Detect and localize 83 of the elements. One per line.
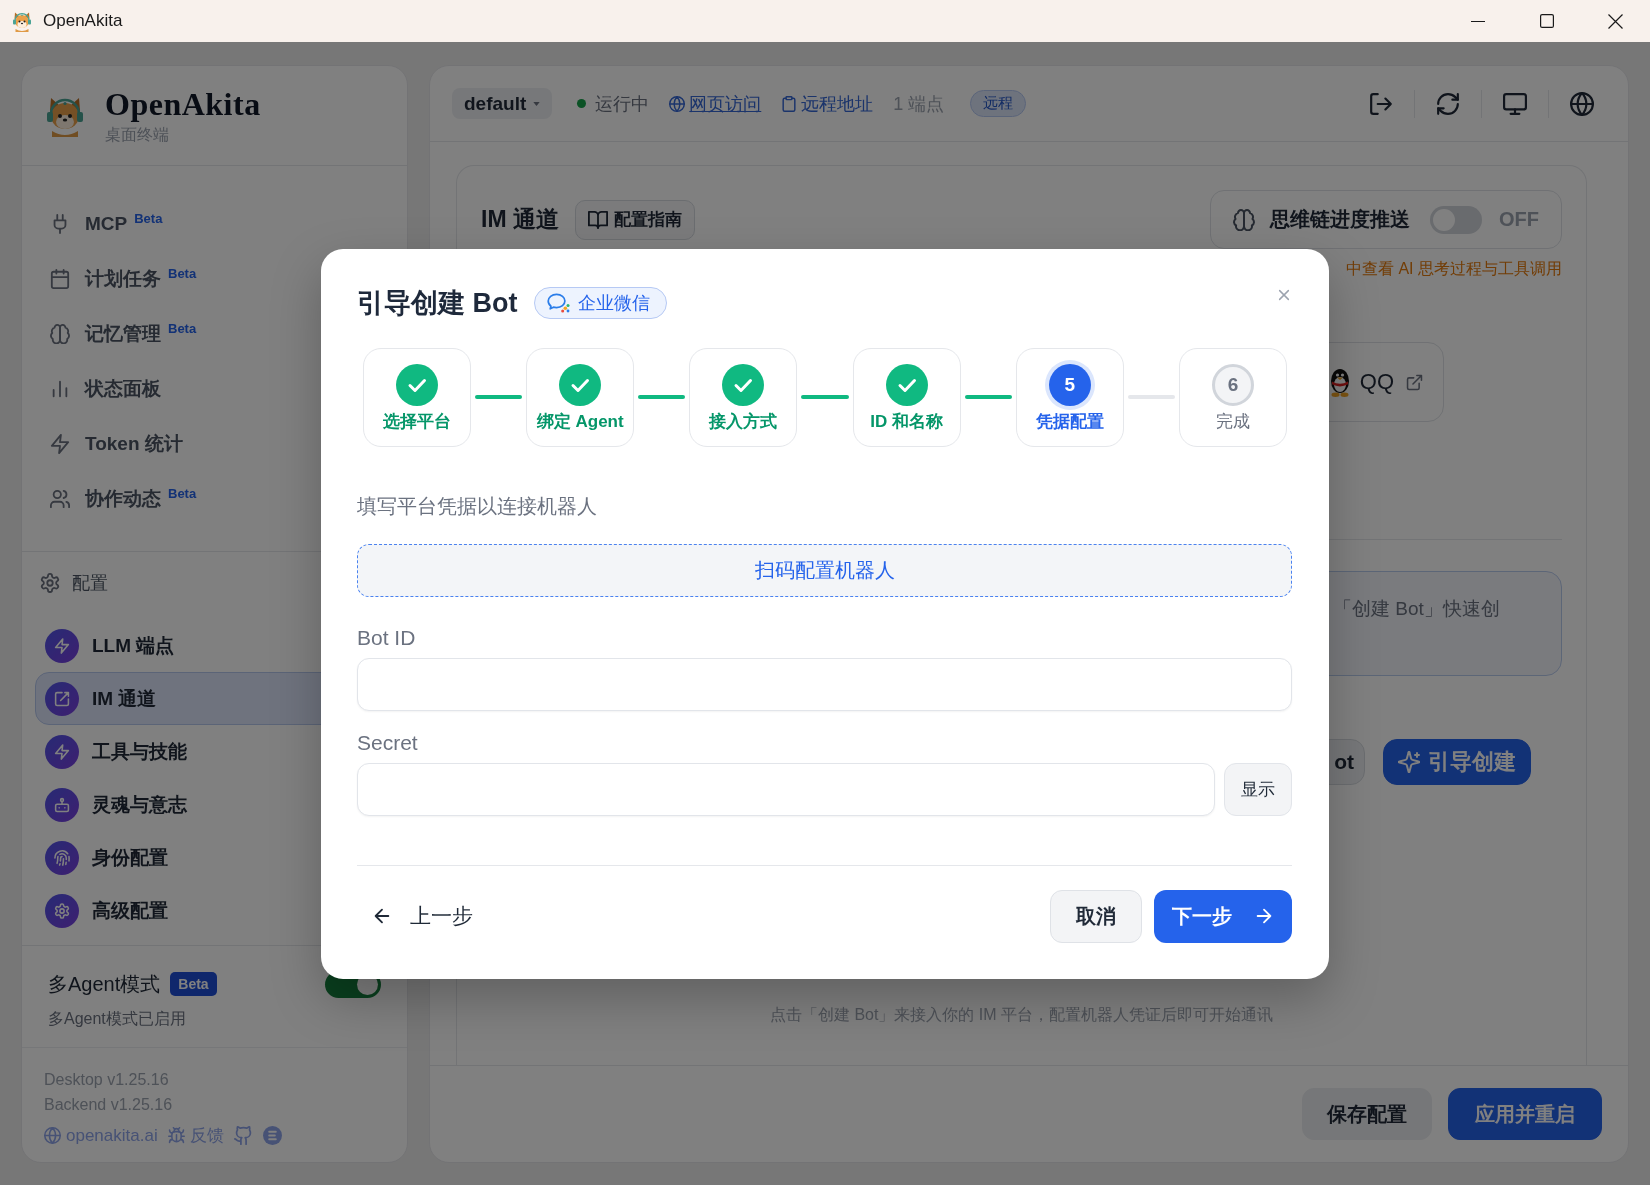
platform-label: 企业微信 [578, 291, 651, 315]
step-connector [801, 395, 849, 399]
external-link-icon [1406, 373, 1423, 391]
input-field[interactable] [357, 657, 1292, 711]
lightning-circle-icon [45, 734, 79, 769]
check-circle-icon [885, 363, 928, 406]
monitor-icon[interactable] [1503, 91, 1527, 116]
arrow-right-icon [1254, 906, 1274, 926]
footer-button[interactable]: 保存配置 [1302, 1088, 1432, 1140]
lightning-icon [50, 433, 70, 454]
next-button[interactable]: 下一步 [1154, 889, 1292, 943]
arrow-left-icon [372, 906, 392, 926]
status-label: 运行中 [595, 92, 650, 116]
top-link[interactable]: 远程地址 [781, 91, 874, 116]
beta-badge: Beta [170, 972, 217, 996]
dialog-description: 填写平台凭据以连接机器人 [357, 493, 598, 518]
gear-icon [40, 573, 60, 593]
step-label: 凭据配置 [1035, 410, 1104, 433]
beta-label: Beta [168, 266, 197, 281]
check-circle-icon [396, 363, 438, 406]
sparkle-icon [1398, 751, 1420, 773]
share-circle-icon [45, 681, 79, 716]
setting-label: 多Agent模式 [48, 971, 161, 997]
beta-label: Beta [168, 486, 197, 501]
footer-button[interactable]: 应用并重启 [1448, 1088, 1602, 1140]
window-title: OpenAkita [43, 11, 123, 31]
book-icon [587, 209, 608, 230]
section-title: 配置 [72, 572, 108, 595]
nav-item[interactable]: MCP Beta [22, 196, 407, 251]
robot-circle-icon [45, 787, 79, 822]
field-label: Secret [357, 730, 419, 755]
step-connector [638, 395, 686, 399]
step-label: 完成 [1216, 410, 1250, 433]
gear-circle-icon [45, 893, 79, 928]
beta-label: Beta [168, 321, 197, 336]
step-connector [475, 395, 523, 399]
step-label: 接入方式 [709, 410, 778, 433]
profile-dropdown[interactable]: default [452, 88, 553, 119]
config-item[interactable]: 灵魂与意志 [35, 778, 395, 831]
chat-bubbles-icon [547, 292, 571, 313]
calendar-icon [50, 268, 70, 289]
setting-label: 思维链进度推送 [1270, 207, 1410, 232]
fingerprint-circle-icon [45, 840, 79, 875]
dialog-title: 引导创建 Bot [357, 286, 518, 320]
setting-description: 多Agent模式已启用 [48, 1009, 187, 1029]
globe-icon[interactable] [1570, 91, 1594, 116]
step-connector [964, 395, 1012, 399]
bug-icon [167, 1127, 185, 1144]
mode-badge: 远程 [970, 90, 1027, 117]
lightning-circle-icon [45, 628, 79, 663]
dog-logo-icon [12, 10, 32, 32]
globe-icon [669, 95, 686, 112]
step-number: 5 [1048, 363, 1091, 406]
input-field[interactable] [357, 762, 1215, 816]
show-button[interactable]: 显示 [1224, 762, 1292, 816]
cancel-button[interactable]: 取消 [1050, 889, 1142, 943]
brain-icon [50, 323, 70, 344]
app-name: OpenAkita [105, 85, 261, 122]
close-icon[interactable] [1608, 13, 1623, 29]
globe-icon [44, 1127, 61, 1144]
guide-button[interactable]: 配置指南 [574, 199, 695, 240]
scan-button[interactable]: 扫码配置机器人 [357, 543, 1292, 597]
beta-label: Beta [134, 211, 163, 226]
brain-icon [1233, 208, 1255, 231]
check-circle-icon [722, 363, 765, 406]
step-label: 绑定 Agent [536, 410, 624, 433]
action-button[interactable]: 引导创建 [1383, 739, 1531, 785]
bar-chart-icon [50, 378, 70, 399]
users-icon [50, 488, 70, 509]
logout-icon[interactable] [1369, 91, 1393, 116]
page-title: IM 通道 [481, 205, 559, 234]
step-label: ID 和名称 [870, 410, 943, 433]
check-circle-icon [559, 363, 602, 406]
step-number: 6 [1212, 363, 1254, 406]
hint-text: 中查看 AI 思考过程与工具调用 [1346, 259, 1562, 279]
caret-icon [533, 101, 541, 106]
field-label: Bot ID [357, 625, 417, 650]
minimize-icon[interactable] [1470, 20, 1485, 22]
maximize-icon[interactable] [1539, 14, 1554, 28]
top-link[interactable]: 网页访问 [669, 91, 762, 116]
refresh-icon[interactable] [1436, 91, 1460, 116]
step-label: 选择平台 [383, 410, 451, 433]
clipboard-icon [781, 95, 798, 112]
